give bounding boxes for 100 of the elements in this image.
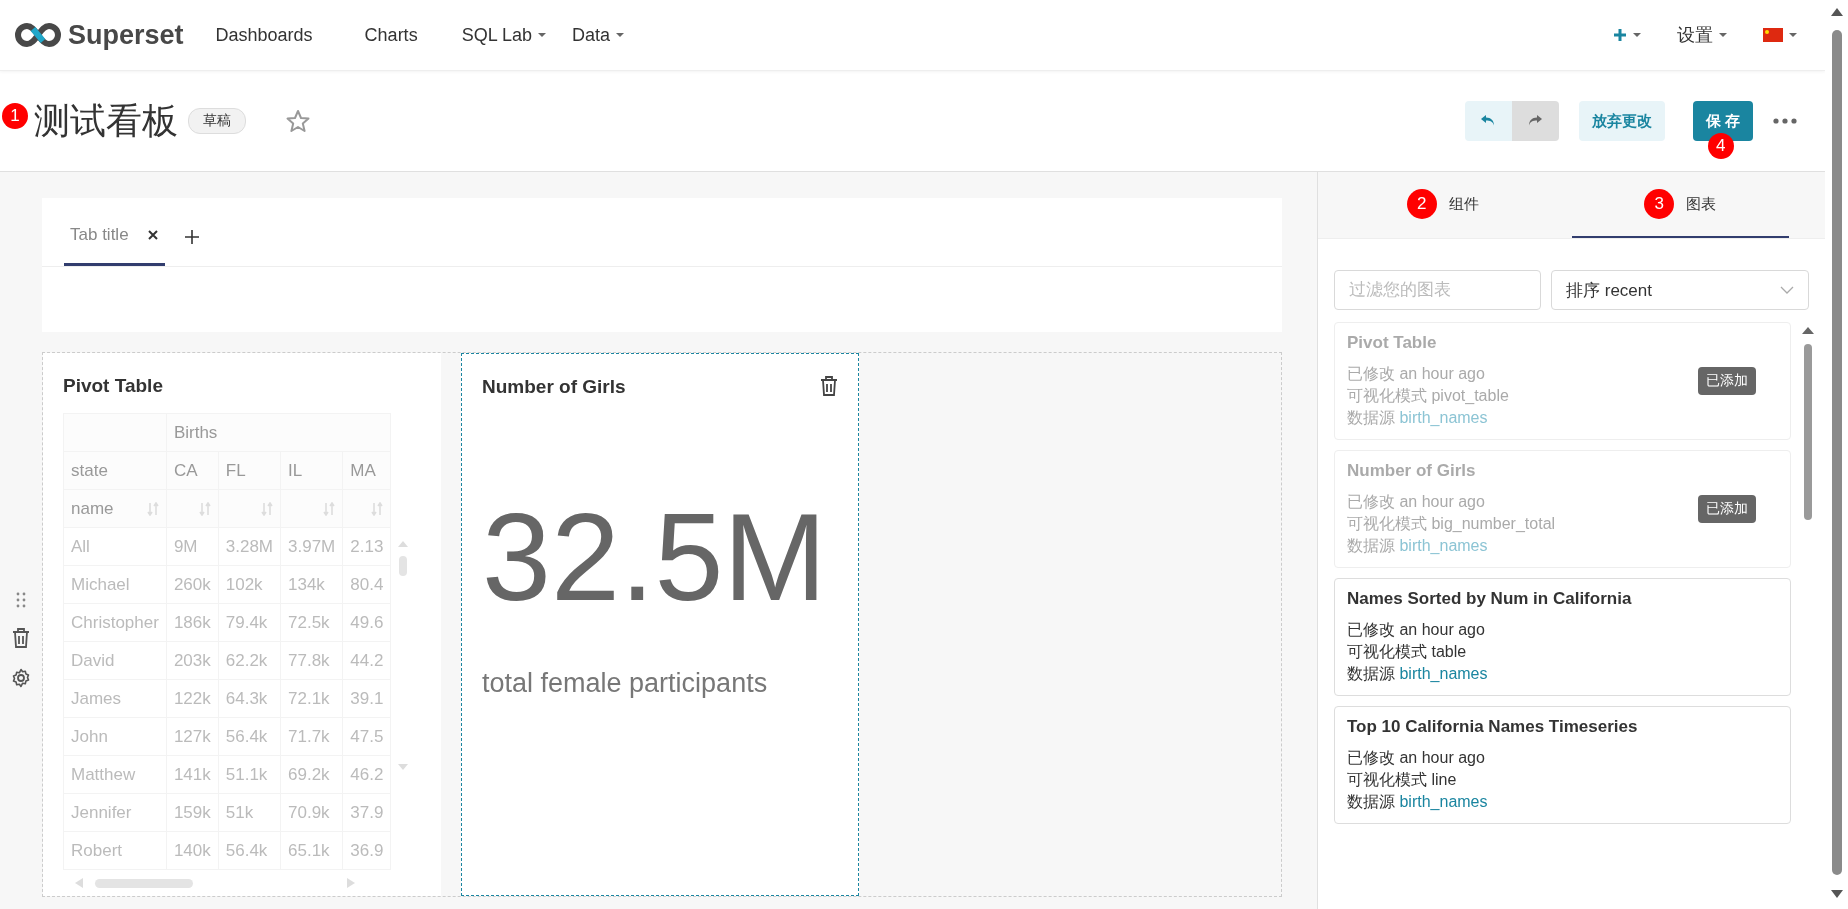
annotation-marker: 2 [1406, 189, 1437, 219]
dashboard-tab[interactable]: Tab title [64, 225, 165, 266]
modified-text: 已修改 an hour ago [1347, 364, 1486, 384]
chart-title: Pivot Table [63, 375, 164, 397]
table-cell: 141k [173, 764, 211, 784]
chart-list-item[interactable]: Top 10 California Names Timeseries 已修改 an hour ago 可视化模式 line 数据源 birth_names [1334, 706, 1791, 824]
discard-button[interactable]: 放弃更改 [1578, 101, 1665, 141]
table-cell: 102k [225, 574, 263, 594]
drag-handle-icon[interactable] [16, 591, 26, 608]
table-cell: 159k [173, 802, 211, 822]
table-cell: 39.1 [350, 688, 384, 708]
table-cell: 51.1k [225, 764, 268, 784]
caret-icon [1633, 32, 1641, 38]
column-header: MA [350, 460, 376, 480]
settings-menu[interactable]: 设置 [1677, 23, 1727, 47]
caret-icon [1719, 32, 1727, 38]
flag-icon [1763, 28, 1783, 42]
table-cell: 3.97M [288, 536, 336, 556]
table-cell: 9M [173, 536, 198, 556]
draft-tag: 草稿 [188, 108, 246, 134]
nav-menu-item[interactable]: SQL Lab [443, 24, 554, 46]
table-cell: James [71, 688, 122, 708]
column-header: IL [288, 460, 303, 480]
table-cell: 70.9k [288, 802, 330, 822]
panel-tab[interactable]: 3 图表 [1571, 172, 1789, 238]
table-cell: Jennifer [71, 802, 132, 822]
table-cell: 72.5k [288, 612, 330, 632]
modified-text: 已修改 an hour ago [1347, 492, 1486, 512]
table-cell: John [71, 726, 108, 746]
trash-icon[interactable] [12, 627, 30, 648]
annotation-marker: 4 [1707, 133, 1734, 159]
table-cell: 2.13 [350, 536, 384, 556]
table-cell: Christopher [71, 612, 159, 632]
column-header: CA [173, 460, 198, 480]
datasource-label: 数据源 [1347, 793, 1395, 810]
viz-type-text: 可视化模式 line [1347, 770, 1458, 790]
undo-button[interactable] [1464, 101, 1512, 141]
row-header: name [71, 498, 114, 519]
close-icon[interactable] [146, 229, 159, 241]
modified-text: 已修改 an hour ago [1347, 620, 1486, 640]
datasource-label: 数据源 [1347, 537, 1395, 554]
table-cell: 79.4k [225, 612, 268, 632]
column-group-header: Births [173, 422, 218, 442]
datasource-label: 数据源 [1347, 665, 1395, 682]
caret-icon [538, 32, 546, 38]
viz-type-text: 可视化模式 big_number_total [1347, 514, 1556, 534]
add-menu[interactable] [1613, 28, 1641, 42]
added-tag: 已添加 [1698, 367, 1756, 395]
table-cell: 203k [173, 650, 211, 670]
table-cell: 36.9 [350, 840, 384, 860]
table-cell: 49.6 [350, 612, 384, 632]
viz-type-text: 可视化模式 table [1347, 642, 1468, 662]
table-cell: 65.1k [288, 840, 330, 860]
more-icon[interactable] [1773, 118, 1797, 124]
nav-menu-item[interactable]: Charts [338, 24, 444, 46]
nav-menu-item[interactable]: Dashboards [189, 24, 339, 46]
table-cell: 3.28M [225, 536, 273, 556]
redo-button[interactable] [1511, 101, 1559, 141]
table-cell: 134k [288, 574, 325, 594]
plus-icon [1613, 28, 1627, 42]
datasource-label: 数据源 [1347, 409, 1395, 426]
table-cell: 80.4 [350, 574, 384, 594]
settings-icon[interactable] [11, 667, 31, 688]
caret-icon [616, 32, 625, 38]
datasource-link[interactable]: birth_names [1399, 793, 1488, 810]
table-cell: 140k [173, 840, 211, 860]
sort-select[interactable]: 排序 recent [1551, 270, 1809, 310]
trash-icon[interactable] [820, 376, 838, 396]
table-cell: 56.4k [225, 726, 268, 746]
table-cell: 260k [173, 574, 211, 594]
chart-name: Pivot Table [1347, 333, 1438, 353]
brand-name[interactable]: Superset [68, 19, 184, 51]
annotation-marker: 1 [2, 102, 28, 129]
language-menu[interactable] [1763, 28, 1797, 42]
panel-tab[interactable]: 2 组件 [1334, 172, 1552, 238]
dashboard-title[interactable]: 测试看板 [34, 96, 178, 146]
table-cell: 64.3k [225, 688, 268, 708]
chart-list-item[interactable]: Names Sorted by Num in California 已修改 an hour ago 可视化模式 table 数据源 birth_names [1334, 578, 1791, 696]
chart-name: Top 10 California Names Timeseries [1347, 717, 1638, 737]
table-cell: 69.2k [288, 764, 330, 784]
table-cell: 46.2 [350, 764, 384, 784]
big-number: 32.5M [482, 487, 828, 628]
caret-icon [1789, 32, 1797, 38]
logo-icon [14, 22, 62, 48]
chart-name: Names Sorted by Num in California [1347, 589, 1632, 609]
star-icon[interactable] [286, 109, 310, 133]
datasource-link[interactable]: birth_names [1399, 665, 1488, 682]
table-cell: Matthew [71, 764, 136, 784]
chart-list-item[interactable]: Number of Girls 已修改 an hour ago 可视化模式 big_number_total 数据源 birth_names 已添加 [1334, 450, 1791, 568]
table-cell: 51k [225, 802, 254, 822]
table-cell: 72.1k [288, 688, 330, 708]
modified-text: 已修改 an hour ago [1347, 748, 1486, 768]
nav-menu-item[interactable]: Data [554, 24, 633, 46]
table-cell: 37.9 [350, 802, 384, 822]
table-cell: 122k [173, 688, 211, 708]
chart-list-item[interactable]: Pivot Table 已修改 an hour ago 可视化模式 pivot_table 数据源 birth_names 已添加 [1334, 322, 1791, 440]
column-header: state [71, 460, 108, 480]
chart-name: Number of Girls [1347, 461, 1477, 481]
add-tab-icon[interactable] [184, 230, 199, 244]
filter-field[interactable]: 过滤您的图表 [1334, 270, 1541, 310]
